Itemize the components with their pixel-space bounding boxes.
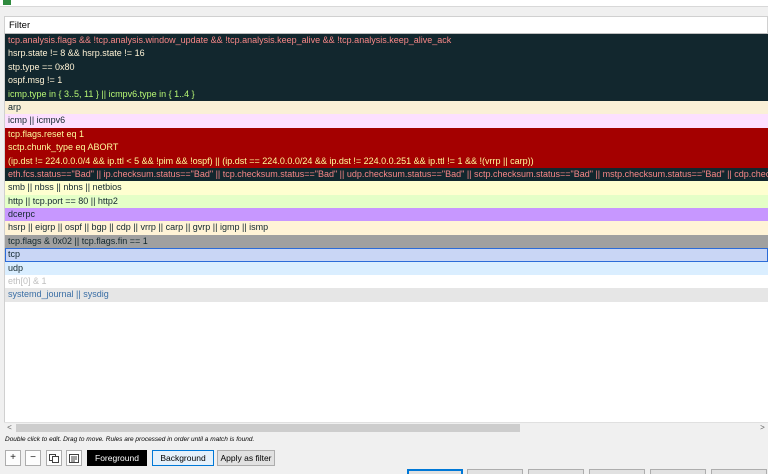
app-icon xyxy=(3,0,11,5)
help-button[interactable] xyxy=(650,469,706,474)
coloring-rule-row[interactable]: ospf.msg != 1 xyxy=(5,74,768,88)
add-rule-button[interactable]: + xyxy=(5,450,21,466)
foreground-button[interactable]: Foreground xyxy=(87,450,147,466)
coloring-rule-row[interactable]: dcerpc xyxy=(5,208,768,222)
coloring-rule-row[interactable]: http || tcp.port == 80 || http2 xyxy=(5,194,768,209)
remove-rule-button[interactable]: − xyxy=(25,450,41,466)
coloring-rules-list[interactable]: tcp.analysis.flags && !tcp.analysis.wind… xyxy=(4,34,768,422)
clear-rules-button[interactable] xyxy=(66,450,82,466)
ok-button[interactable] xyxy=(407,469,463,474)
coloring-rule-row[interactable]: hsrp || eigrp || ospf || bgp || cdp || v… xyxy=(5,221,768,235)
hint-text: Double click to edit. Drag to move. Rule… xyxy=(5,436,255,443)
close-button[interactable] xyxy=(711,469,767,474)
coloring-rule-row[interactable]: (ip.dst != 224.0.0.0/4 && ip.ttl < 5 && … xyxy=(5,154,768,168)
copy-icon xyxy=(49,454,59,463)
filter-column-header[interactable]: Filter xyxy=(4,16,768,34)
background-button[interactable]: Background xyxy=(152,450,214,466)
coloring-rule-row[interactable]: icmp.type in { 3..5, 11 } || icmpv6.type… xyxy=(5,87,768,101)
scroll-right-icon[interactable]: > xyxy=(757,423,768,433)
horizontal-scrollbar[interactable]: < > xyxy=(4,422,768,433)
scrollbar-thumb[interactable] xyxy=(16,424,520,432)
coloring-rule-row[interactable]: systemd_journal || sysdig xyxy=(5,288,768,302)
clear-icon xyxy=(69,454,79,463)
coloring-rule-row[interactable]: udp xyxy=(5,261,768,276)
coloring-rule-row[interactable]: arp xyxy=(5,100,768,115)
apply-as-filter-button[interactable]: Apply as filter xyxy=(217,450,275,466)
coloring-rule-row[interactable]: tcp.analysis.flags && !tcp.analysis.wind… xyxy=(5,34,768,48)
coloring-rule-row[interactable]: tcp xyxy=(5,248,768,262)
title-bar xyxy=(0,0,768,7)
coloring-rule-row[interactable]: icmp || icmpv6 xyxy=(5,114,768,128)
filter-column-label: Filter xyxy=(9,20,31,31)
coloring-rule-row[interactable]: eth.fcs.status=="Bad" || ip.checksum.sta… xyxy=(5,167,768,182)
coloring-rule-row[interactable]: sctp.chunk_type eq ABORT xyxy=(5,141,768,155)
copy-rule-button[interactable] xyxy=(46,450,62,466)
coloring-rule-row[interactable]: tcp.flags & 0x02 || tcp.flags.fin == 1 xyxy=(5,234,768,249)
import-button[interactable] xyxy=(467,469,523,474)
coloring-rule-row[interactable]: hsrp.state != 8 && hsrp.state != 16 xyxy=(5,47,768,61)
export-button[interactable] xyxy=(528,469,584,474)
coloring-rule-row[interactable]: stp.type == 0x80 xyxy=(5,60,768,75)
coloring-rule-row[interactable]: tcp.flags.reset eq 1 xyxy=(5,127,768,142)
cancel-button[interactable] xyxy=(589,469,645,474)
coloring-rule-row[interactable]: eth[0] & 1 xyxy=(5,275,768,289)
coloring-rule-row[interactable]: smb || nbss || nbns || netbios xyxy=(5,181,768,195)
scroll-left-icon[interactable]: < xyxy=(4,423,15,433)
